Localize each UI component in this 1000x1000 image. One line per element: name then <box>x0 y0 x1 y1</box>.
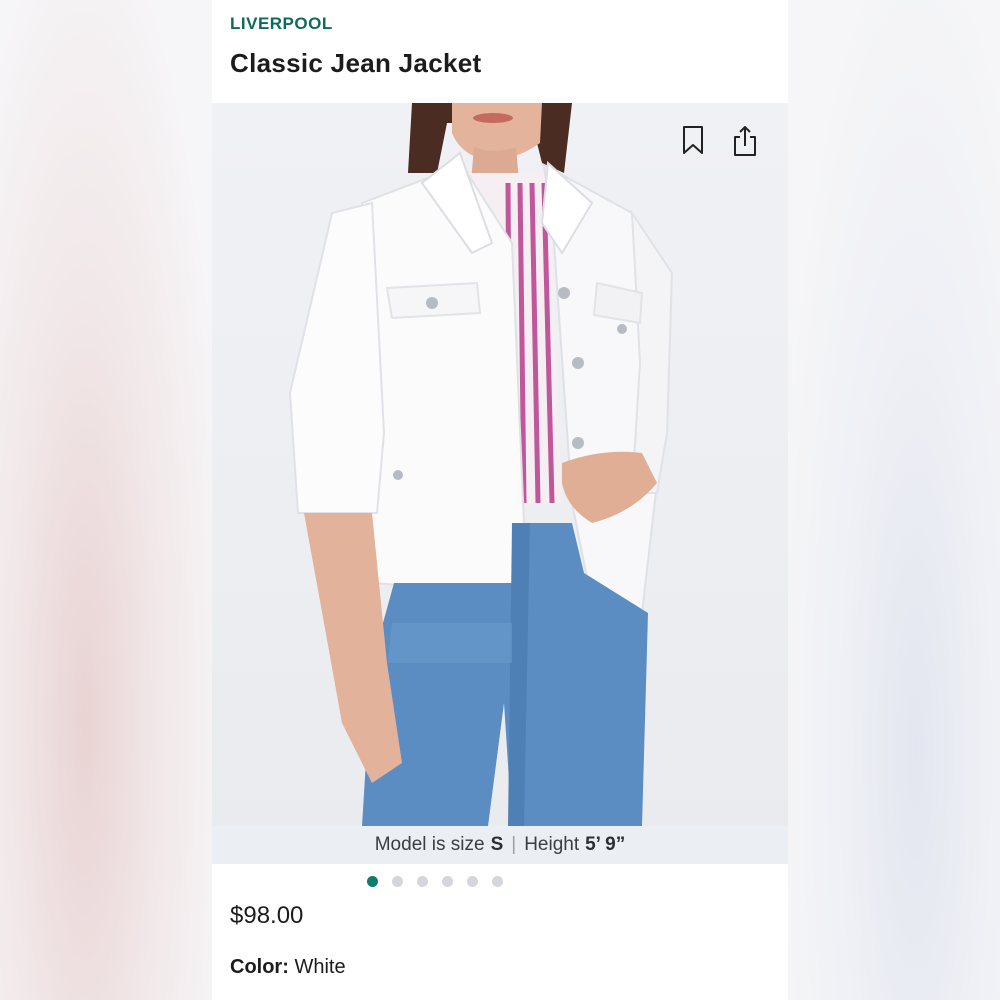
pagination-dot[interactable] <box>442 876 453 887</box>
background-right <box>788 0 1000 1000</box>
color-value: White <box>294 956 346 978</box>
bookmark-button[interactable] <box>682 125 716 159</box>
background-left <box>0 0 212 1000</box>
product-price: $98.00 <box>230 902 304 929</box>
model-size-value: S <box>490 834 504 855</box>
height-value: 5’ 9” <box>585 834 626 855</box>
pagination-dot[interactable] <box>417 876 428 887</box>
color-selection: Color: White <box>230 956 346 979</box>
model-info-bar: Model is size S | Height 5’ 9” <box>212 826 788 864</box>
share-button[interactable] <box>732 125 766 159</box>
pagination-dot[interactable] <box>392 876 403 887</box>
height-label: Height <box>524 834 580 855</box>
pagination-dot[interactable] <box>467 876 478 887</box>
pagination-dot[interactable] <box>492 876 503 887</box>
model-photo <box>288 103 674 826</box>
bookmark-icon <box>683 126 703 154</box>
product-title: Classic Jean Jacket <box>230 48 482 78</box>
color-label: Color: <box>230 956 289 978</box>
pagination-dot[interactable] <box>367 876 378 887</box>
product-page: LIVERPOOL Classic Jean Jacket Model is s… <box>212 0 788 1000</box>
separator: | <box>511 834 517 855</box>
image-pagination <box>212 876 788 888</box>
product-image[interactable] <box>212 103 788 826</box>
share-icon <box>734 126 756 156</box>
model-size-label: Model is size <box>374 834 485 855</box>
brand-name[interactable]: LIVERPOOL <box>230 14 333 34</box>
